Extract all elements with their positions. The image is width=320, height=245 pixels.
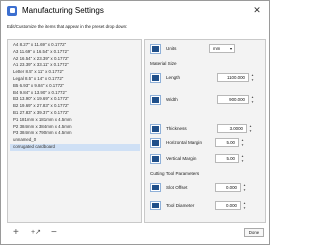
width-icon	[150, 95, 161, 105]
units-select[interactable]: mm ▾	[209, 44, 235, 53]
list-item[interactable]: B3 13.90" x 19.69" x 0.1772"	[10, 96, 140, 103]
thickness-icon	[150, 124, 161, 134]
list-item[interactable]: P1 181mm x 181mm x 4.5mm	[10, 117, 140, 124]
vertical-margin-label: Vertical Margin	[166, 156, 197, 161]
tool-diameter-stepper[interactable]: ▴ ▾	[242, 201, 247, 210]
horizontal-margin-field[interactable]: 5.00	[215, 138, 239, 147]
thickness-row: Thickness 3.0000 ▴ ▾	[145, 123, 267, 135]
manufacturing-settings-window: Manufacturing Settings ✕ Edit/Customize …	[0, 0, 270, 245]
app-icon	[7, 5, 17, 16]
length-row: Length 1100.000 ▴ ▾	[145, 72, 267, 84]
list-item[interactable]: A1 23.39" x 33.11" x 0.1772"	[10, 62, 140, 69]
horizontal-margin-stepper[interactable]: ▴ ▾	[240, 138, 245, 147]
list-item[interactable]: Letter 8.5" x 11" x 0.1772"	[10, 69, 140, 76]
thickness-stepper[interactable]: ▴ ▾	[248, 124, 253, 133]
width-stepper[interactable]: ▴ ▾	[250, 95, 255, 104]
slot-offset-stepper[interactable]: ▴ ▾	[242, 183, 247, 192]
slot-offset-row: Slot Offset 0.000 ▴ ▾	[145, 182, 267, 194]
vertical-margin-stepper[interactable]: ▴ ▾	[240, 154, 245, 163]
units-row: Units mm ▾	[145, 43, 267, 55]
list-item[interactable]: Legal 8.5" x 14" x 0.1772"	[10, 76, 140, 83]
tool-diameter-icon	[150, 201, 161, 210]
tool-diameter-row: Tool Diameter 0.000 ▴ ▾	[145, 200, 267, 212]
units-icon	[150, 44, 161, 54]
slot-offset-label: Slot Offset	[166, 185, 188, 190]
cutting-tool-heading: Cutting Tool Parameters	[150, 171, 200, 176]
length-field[interactable]: 1100.000	[217, 73, 249, 82]
done-button[interactable]: Done	[244, 228, 264, 237]
list-item[interactable]: P2 384mm x 384mm x 4.5mm	[10, 124, 140, 131]
material-size-heading: Material Size	[150, 61, 177, 66]
horizontal-margin-label: Horizontal Margin	[166, 140, 202, 145]
add-preset-icon[interactable]: +	[13, 228, 19, 238]
list-item[interactable]: A2 16.54" x 23.39" x 0.1772"	[10, 56, 140, 63]
tool-diameter-field[interactable]: 0.000	[215, 201, 241, 210]
thickness-label: Thickness	[166, 126, 187, 131]
vertical-margin-row: Vertical Margin 5.00 ▴ ▾	[145, 153, 267, 165]
list-item[interactable]: unnamed_0	[10, 137, 140, 144]
width-row: Width 900.000 ▴ ▾	[145, 94, 267, 106]
width-label: Width	[166, 97, 178, 102]
vertical-margin-field[interactable]: 5.00	[215, 154, 239, 163]
length-label: Length	[166, 75, 181, 80]
slot-offset-field[interactable]: 0.000	[215, 183, 241, 192]
list-item[interactable]: B2 19.69" x 27.83" x 0.1772"	[10, 103, 140, 110]
units-value: mm	[213, 46, 221, 51]
title-bar: Manufacturing Settings ✕	[1, 1, 269, 20]
instructions-text: Edit/Customize the items that appear in …	[7, 24, 128, 29]
list-item[interactable]: A4 8.27" x 11.69" x 0.1772"	[10, 42, 140, 49]
chevron-down-icon: ▾	[229, 46, 232, 51]
length-icon	[150, 73, 161, 83]
vertical-margin-icon	[150, 154, 161, 164]
thickness-field[interactable]: 3.0000	[217, 124, 247, 133]
preset-list[interactable]: A4 8.27" x 11.69" x 0.1772" A3 11.69" x …	[7, 39, 142, 223]
horizontal-margin-icon	[150, 138, 161, 148]
list-item[interactable]: B1 27.83" x 39.37" x 0.1772"	[10, 110, 140, 117]
remove-preset-icon[interactable]: −	[51, 228, 57, 238]
close-icon[interactable]: ✕	[251, 4, 263, 16]
list-item-selected[interactable]: corrugated cardboard	[10, 144, 140, 151]
units-label: Units	[166, 46, 177, 51]
horizontal-margin-row: Horizontal Margin 5.00 ▴ ▾	[145, 137, 267, 149]
list-item[interactable]: A3 11.69" x 16.54" x 0.1772"	[10, 49, 140, 56]
length-stepper[interactable]: ▴ ▾	[250, 73, 255, 82]
list-item[interactable]: B5 6.93" x 9.84" x 0.1772"	[10, 83, 140, 90]
width-field[interactable]: 900.000	[217, 95, 249, 104]
slot-offset-icon	[150, 183, 161, 192]
window-title: Manufacturing Settings	[22, 6, 104, 15]
list-item[interactable]: P3 384mm x 790mm x 4.5mm	[10, 130, 140, 137]
settings-panel: Units mm ▾ Material Size Length 1100.000…	[144, 39, 266, 223]
tool-diameter-label: Tool Diameter	[166, 203, 195, 208]
list-item[interactable]: B4 9.84" x 13.90" x 0.1772"	[10, 90, 140, 97]
duplicate-preset-icon[interactable]: +↗	[31, 228, 41, 238]
